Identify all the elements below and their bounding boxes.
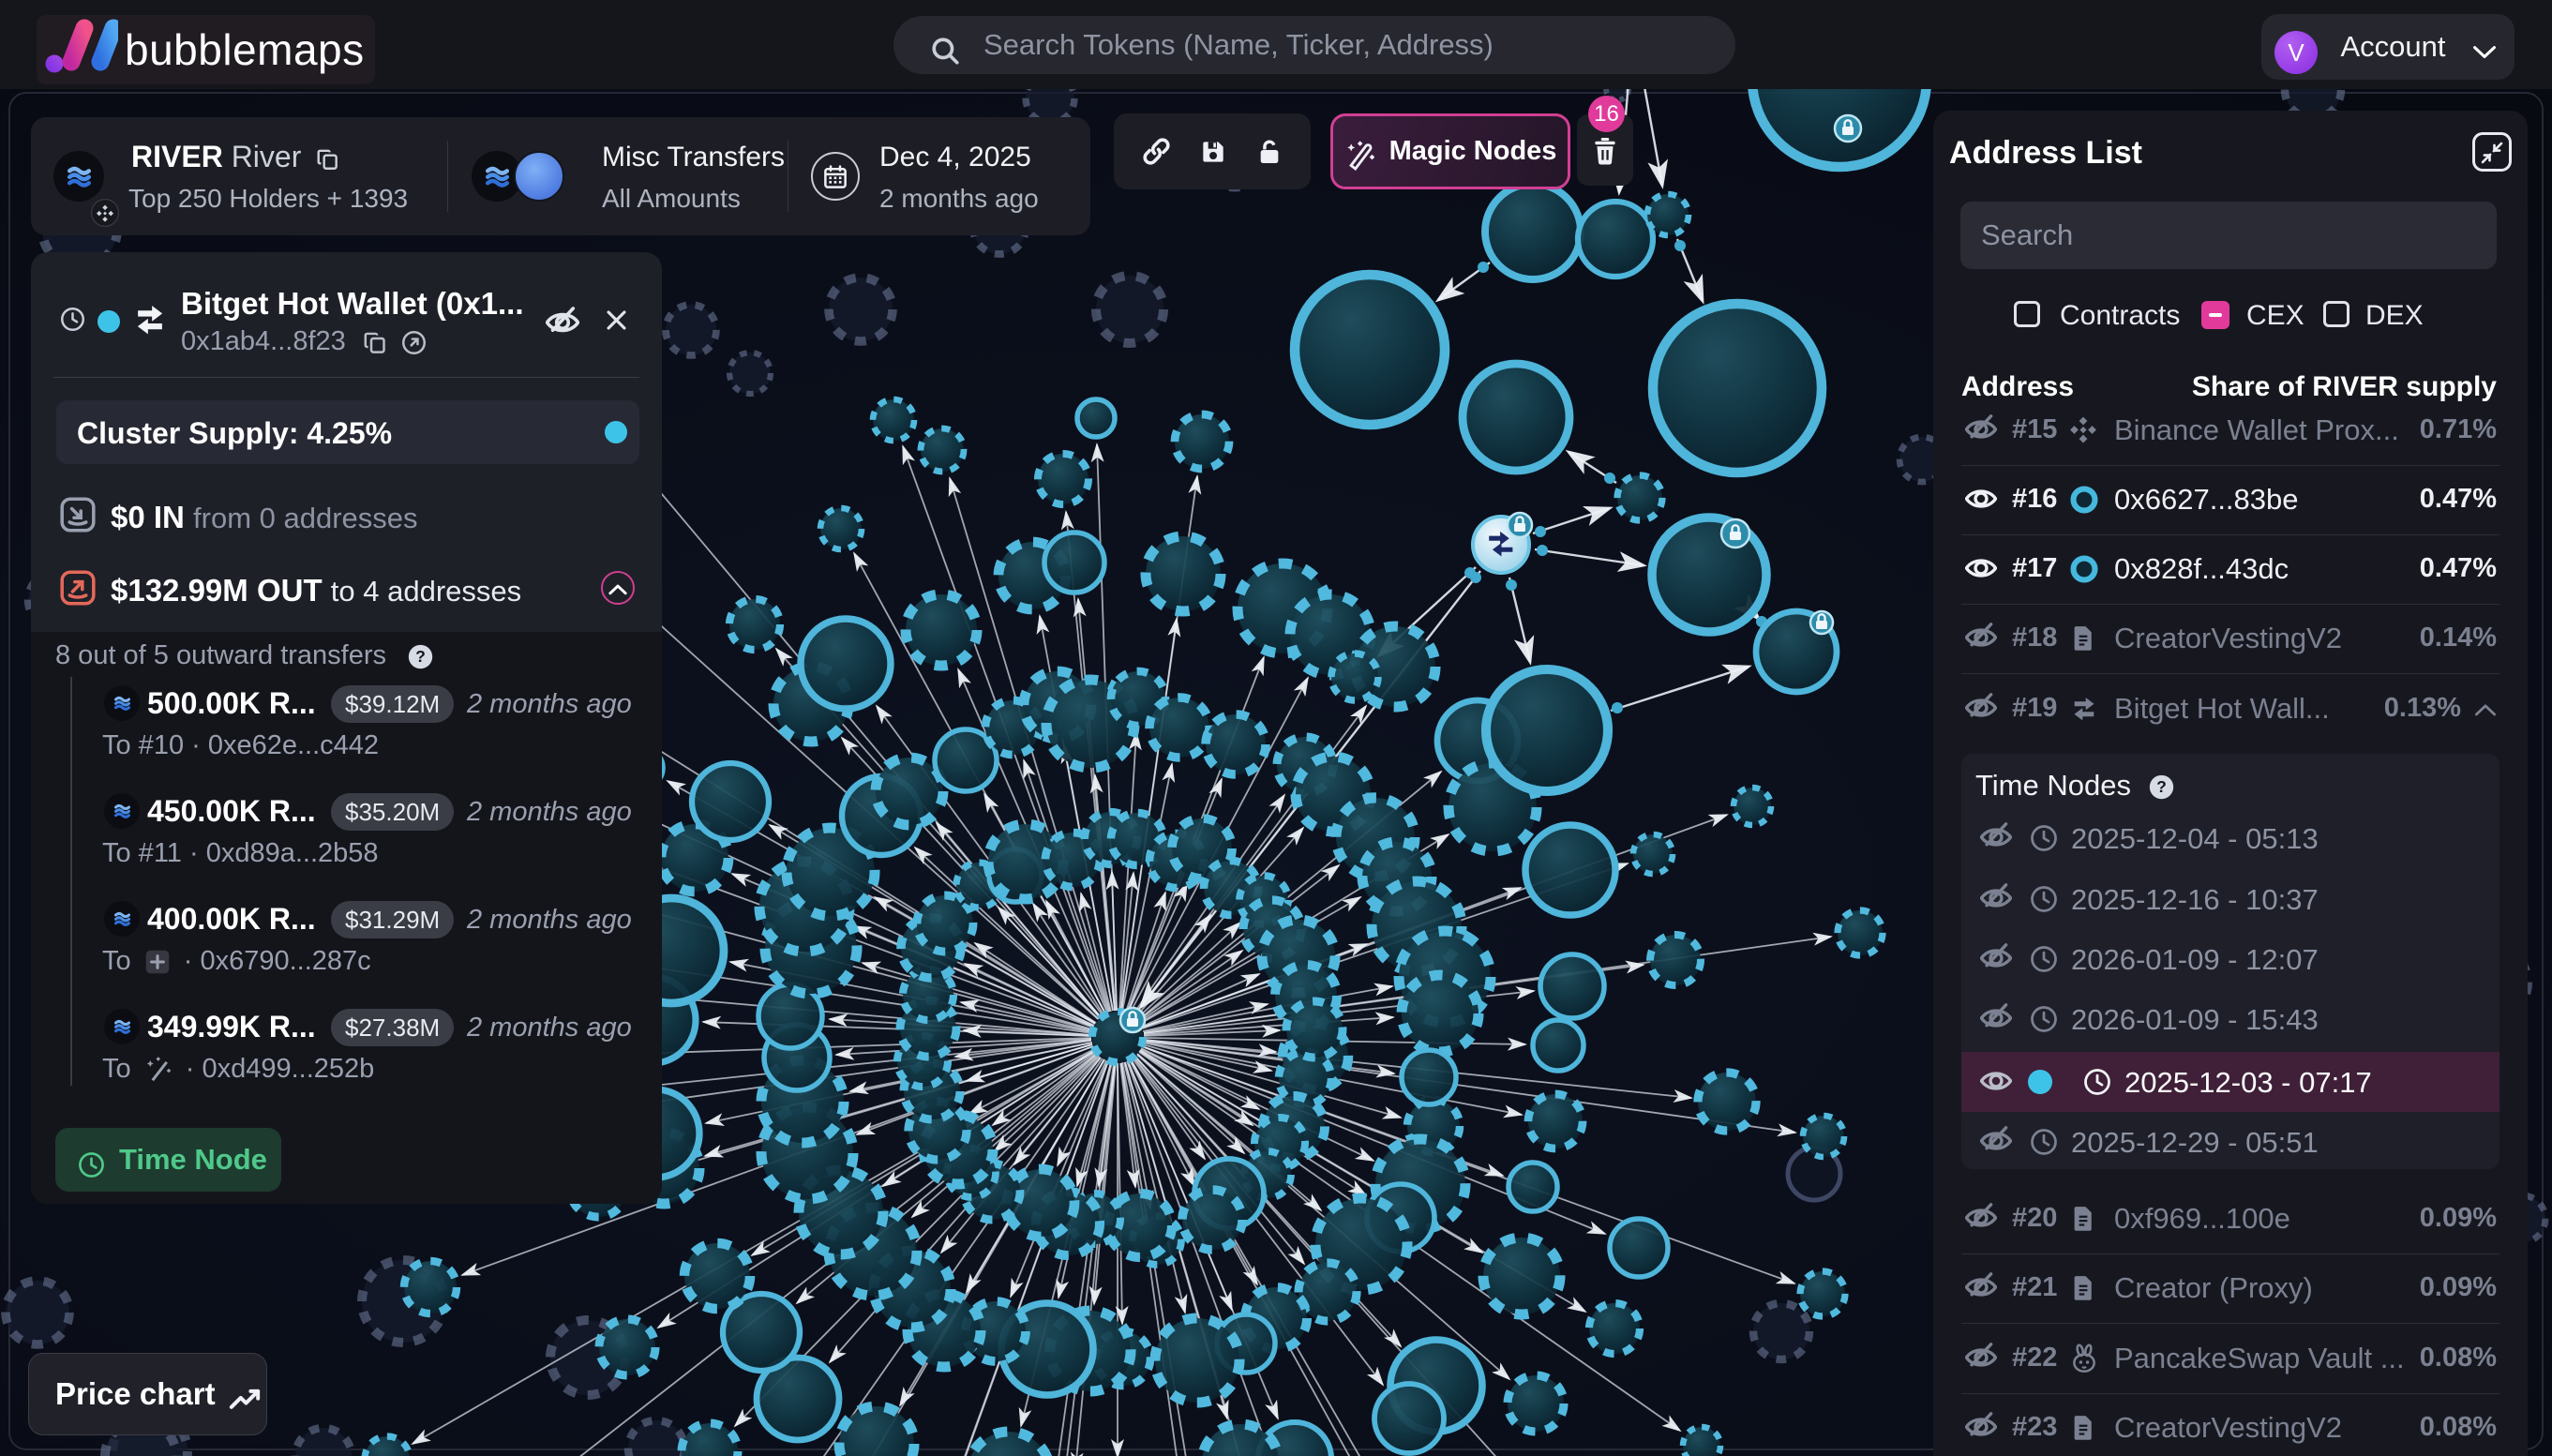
svg-text:?: ? (415, 647, 426, 666)
svg-text:?: ? (2156, 777, 2167, 796)
